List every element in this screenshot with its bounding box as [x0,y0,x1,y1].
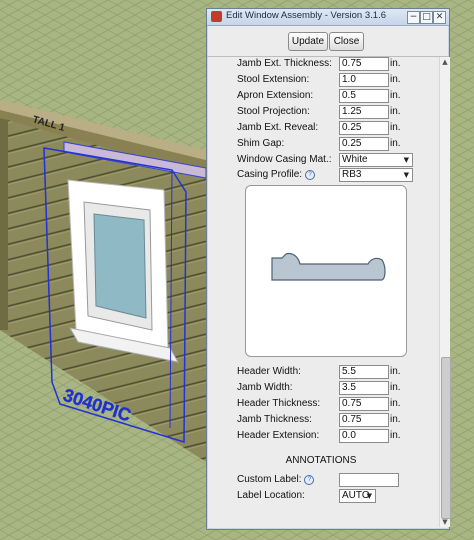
field-row: Custom Label:? [209,473,433,488]
chevron-down-icon: ▼ [403,171,409,179]
header-extension-input[interactable]: 0.0 [339,429,389,443]
casing-profile-preview [245,185,407,357]
help-icon[interactable]: ? [304,475,315,485]
casing-material-select[interactable]: White ▼ [339,153,413,167]
select-value: AUTO [342,490,370,501]
field-row: Shim Gap: 0.25 in. [209,137,433,152]
field-label: Jamb Ext. Reveal: [237,122,319,133]
chevron-down-icon: ▼ [366,492,372,500]
field-row: Jamb Ext. Reveal: 0.25 in. [209,121,433,136]
field-label: Stool Extension: [237,74,310,85]
field-row: Jamb Ext. Thickness: 0.75 in. [209,57,433,72]
field-label: Header Width: [237,366,301,377]
vertical-scrollbar[interactable]: ▲ ▼ [439,57,451,527]
profile-shape [271,252,386,281]
field-label: Custom Label:? [237,474,315,485]
header-width-input[interactable]: 5.5 [339,365,389,379]
chevron-down-icon: ▼ [403,156,409,164]
field-label: Header Thickness: [237,398,321,409]
field-label: Stool Projection: [237,106,310,117]
field-row: Header Width: 5.5 in. [209,365,433,380]
custom-label-input[interactable] [339,473,399,487]
select-value: RB3 [342,169,362,180]
field-label: Window Casing Mat.: [237,154,332,165]
field-label: Shim Gap: [237,138,285,149]
field-label: Apron Extension: [237,90,314,101]
field-row: Header Extension: 0.0 in. [209,429,433,444]
settings-panel[interactable]: Jamb Ext. Thickness: 0.75 in. Stool Exte… [209,57,433,527]
edit-window-dialog: Edit Window Assembly - Version 3.1.6 − □… [206,8,451,530]
casing-profile-label: Casing Profile: [237,169,303,180]
close-button[interactable]: Close [329,32,364,51]
field-row: Header Thickness: 0.75 in. [209,397,433,412]
maximize-icon[interactable]: □ [420,11,433,24]
casing-profile-select[interactable]: RB3 ▼ [339,168,413,182]
field-label: Jamb Thickness: [237,414,312,425]
field-label: Casing Profile:? [237,169,316,180]
update-button[interactable]: Update [288,32,328,51]
select-value: White [342,154,368,165]
field-row: Stool Projection: 1.25 in. [209,105,433,120]
unit-label: in. [390,90,401,101]
unit-label: in. [390,138,401,149]
shim-gap-input[interactable]: 0.25 [339,137,389,151]
field-row: Jamb Thickness: 0.75 in. [209,413,433,428]
field-label: Jamb Ext. Thickness: [237,58,332,69]
custom-label-label: Custom Label: [237,474,302,485]
dialog-title: Edit Window Assembly - Version 3.1.6 [226,10,386,21]
jamb-ext-thickness-input[interactable]: 0.75 [339,57,389,71]
scrollbar-thumb[interactable] [441,357,451,519]
unit-label: in. [390,382,401,393]
field-label: Header Extension: [237,430,320,441]
field-row: Jamb Width: 3.5 in. [209,381,433,396]
header-thickness-input[interactable]: 0.75 [339,397,389,411]
annotations-heading: ANNOTATIONS [285,455,357,466]
label-location-select[interactable]: AUTO ▼ [339,489,376,503]
stool-projection-input[interactable]: 1.25 [339,105,389,119]
unit-label: in. [390,74,401,85]
action-bar: Update Close [207,26,449,57]
field-row: Stool Extension: 1.0 in. [209,73,433,88]
app-icon [211,11,222,22]
unit-label: in. [390,106,401,117]
unit-label: in. [390,430,401,441]
stool-extension-input[interactable]: 1.0 [339,73,389,87]
unit-label: in. [390,122,401,133]
field-row: Window Casing Mat.: White ▼ [209,153,433,168]
field-row: Label Location: AUTO ▼ [209,489,433,504]
unit-label: in. [390,58,401,69]
unit-label: in. [390,398,401,409]
jamb-thickness-input[interactable]: 0.75 [339,413,389,427]
window-glass [93,213,147,319]
minimize-icon[interactable]: − [407,11,420,24]
scroll-down-icon[interactable]: ▼ [440,517,450,527]
field-label: Label Location: [237,490,305,501]
close-icon[interactable]: ✕ [433,11,446,24]
apron-extension-input[interactable]: 0.5 [339,89,389,103]
field-row: Casing Profile:? RB3 ▼ [209,168,433,183]
field-label: Jamb Width: [237,382,293,393]
jamb-width-input[interactable]: 3.5 [339,381,389,395]
unit-label: in. [390,366,401,377]
jamb-ext-reveal-input[interactable]: 0.25 [339,121,389,135]
scroll-up-icon[interactable]: ▲ [440,57,450,67]
help-icon[interactable]: ? [305,170,316,180]
wall-left-face [0,118,8,330]
field-row: Apron Extension: 0.5 in. [209,89,433,104]
title-bar[interactable]: Edit Window Assembly - Version 3.1.6 − □… [207,9,449,26]
unit-label: in. [390,414,401,425]
